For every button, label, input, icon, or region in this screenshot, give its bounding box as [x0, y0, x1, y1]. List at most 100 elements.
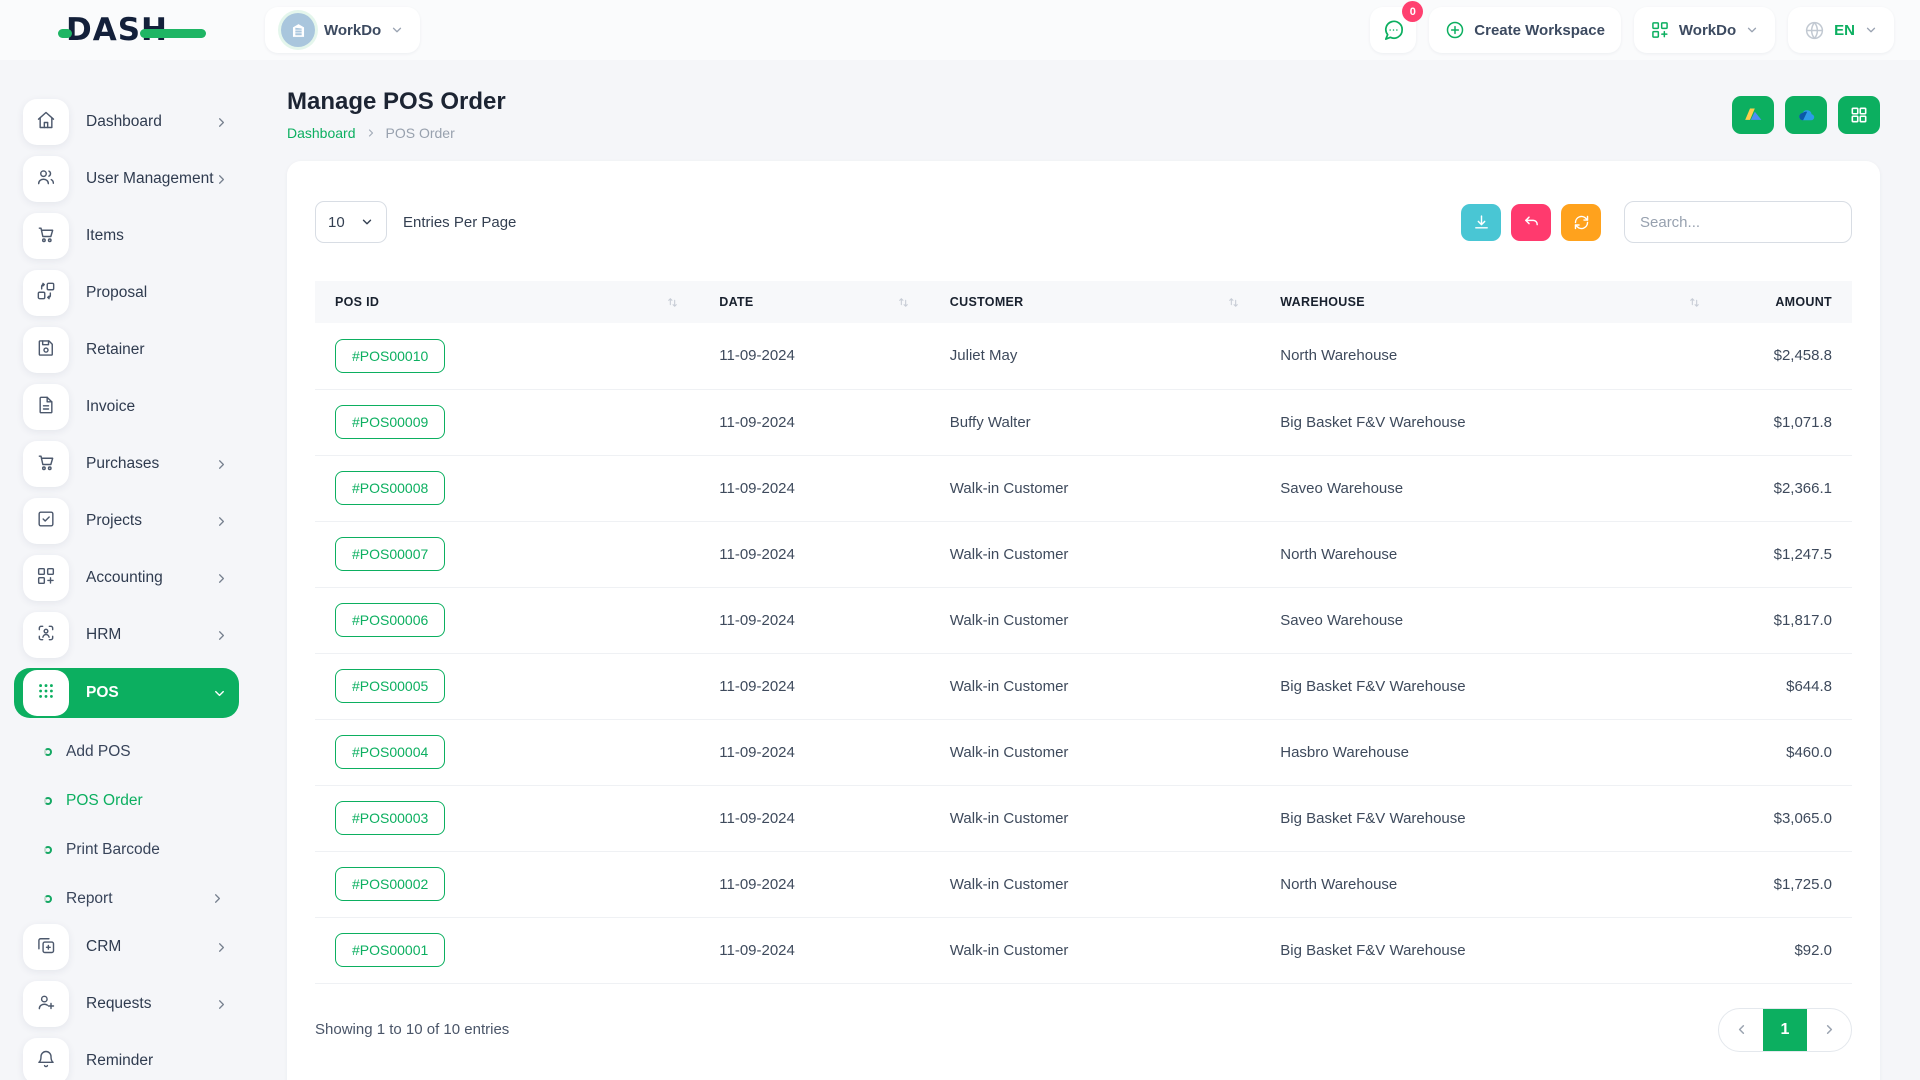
sidebar-item-projects[interactable]: Projects: [14, 497, 241, 545]
sidebar-item-retainer[interactable]: Retainer: [14, 326, 241, 374]
undo-arrow-icon: [1523, 214, 1540, 231]
amount-cell: $2,366.1: [1721, 455, 1852, 521]
chevron-right-icon: [214, 457, 229, 472]
sidebar-item-crm[interactable]: CRM: [14, 923, 241, 971]
column-header-warehouse[interactable]: WAREHOUSE: [1260, 281, 1721, 323]
sidebar-subitem-report[interactable]: Report: [0, 874, 225, 923]
sidebar-item-label: POS: [86, 684, 119, 702]
sidebar-icon-box: [23, 99, 69, 145]
sidebar-subitem-add-pos[interactable]: Add POS: [0, 727, 225, 776]
sidebar-icon-box: [23, 441, 69, 487]
google-drive-icon: [1743, 105, 1764, 126]
google-drive-button[interactable]: [1732, 96, 1774, 134]
sidebar-item-user-management[interactable]: User Management: [14, 155, 241, 203]
column-label: CUSTOMER: [950, 295, 1024, 309]
sidebar-item-dashboard[interactable]: Dashboard: [14, 98, 241, 146]
warehouse-cell: Saveo Warehouse: [1260, 455, 1721, 521]
warehouse-cell: Big Basket F&V Warehouse: [1260, 917, 1721, 983]
pos-id-badge[interactable]: #POS00005: [335, 669, 445, 703]
sidebar-item-hrm[interactable]: HRM: [14, 611, 241, 659]
export-download-button[interactable]: [1461, 204, 1501, 241]
grid-icon: [1849, 105, 1869, 125]
undo-button[interactable]: [1511, 204, 1551, 241]
amount-cell: $644.8: [1721, 653, 1852, 719]
date-cell: 11-09-2024: [699, 389, 930, 455]
sidebar-item-reminder[interactable]: Reminder: [14, 1037, 241, 1080]
chevron-right-icon: [1822, 1022, 1837, 1037]
refresh-button[interactable]: [1561, 204, 1601, 241]
amount-cell: $1,817.0: [1721, 587, 1852, 653]
pagination-page-1[interactable]: 1: [1763, 1009, 1807, 1051]
sidebar-item-pos[interactable]: POS: [14, 668, 239, 718]
warehouse-cell: Big Basket F&V Warehouse: [1260, 785, 1721, 851]
create-workspace-button[interactable]: Create Workspace: [1429, 7, 1621, 53]
sidebar-subitem-pos-order[interactable]: POS Order: [0, 776, 225, 825]
column-header-customer[interactable]: CUSTOMER: [930, 281, 1260, 323]
sidebar-item-label: Dashboard: [86, 113, 162, 131]
app-logo[interactable]: DASH: [66, 12, 168, 48]
language-dropdown[interactable]: EN: [1788, 7, 1894, 53]
pos-id-cell: #POS00002: [315, 851, 699, 917]
sidebar-item-requests[interactable]: Requests: [14, 980, 241, 1028]
workspace-name: WorkDo: [324, 22, 381, 39]
person-scan-icon: [36, 623, 56, 648]
refresh-icon: [1573, 214, 1590, 231]
messages-button[interactable]: 0: [1370, 7, 1416, 53]
pagination-prev-button[interactable]: [1719, 1009, 1763, 1051]
home-icon: [36, 110, 56, 135]
customer-cell: Walk-in Customer: [930, 587, 1260, 653]
workdo-dropdown[interactable]: WorkDo: [1634, 7, 1775, 53]
date-cell: 11-09-2024: [699, 587, 930, 653]
workspace-selector[interactable]: WorkDo: [265, 7, 420, 53]
column-header-date[interactable]: DATE: [699, 281, 930, 323]
chevron-right-icon: [214, 172, 229, 187]
sidebar-item-purchases[interactable]: Purchases: [14, 440, 241, 488]
copy-icon: [36, 935, 56, 960]
sidebar-subitem-label: Print Barcode: [66, 841, 160, 859]
chevron-down-icon: [212, 686, 227, 701]
sidebar: Dashboard User Management Items Proposal Ret…: [0, 60, 265, 1080]
sidebar-item-invoice[interactable]: Invoice: [14, 383, 241, 431]
sidebar-item-label: CRM: [86, 938, 121, 956]
grid-view-button[interactable]: [1838, 96, 1880, 134]
sidebar-icon-box: [23, 924, 69, 970]
warehouse-cell: North Warehouse: [1260, 521, 1721, 587]
table-row: #POS0000811-09-2024Walk-in CustomerSaveo…: [315, 455, 1852, 521]
customer-cell: Walk-in Customer: [930, 653, 1260, 719]
entries-per-page-select[interactable]: 10: [315, 201, 387, 243]
sidebar-item-label: Reminder: [86, 1052, 153, 1070]
sidebar-item-proposal[interactable]: Proposal: [14, 269, 241, 317]
pos-id-badge[interactable]: #POS00008: [335, 471, 445, 505]
breadcrumb-current: POS Order: [386, 125, 455, 141]
column-header-pos-id[interactable]: POS ID: [315, 281, 699, 323]
sidebar-subitem-print-barcode[interactable]: Print Barcode: [0, 825, 225, 874]
search-input[interactable]: [1624, 201, 1852, 243]
sidebar-item-items[interactable]: Items: [14, 212, 241, 260]
globe-icon: [1804, 20, 1825, 41]
language-label: EN: [1834, 22, 1855, 39]
onedrive-button[interactable]: [1785, 96, 1827, 134]
sort-arrows-icon: [1227, 296, 1240, 309]
sidebar-item-accounting[interactable]: Accounting: [14, 554, 241, 602]
chevron-right-icon: [210, 891, 225, 906]
pos-id-badge[interactable]: #POS00010: [335, 339, 445, 373]
pos-id-badge[interactable]: #POS00003: [335, 801, 445, 835]
cart-icon: [36, 452, 56, 477]
square-check-icon: [36, 509, 56, 534]
table-row: #POS0000311-09-2024Walk-in CustomerBig B…: [315, 785, 1852, 851]
sidebar-icon-box: [23, 1038, 69, 1080]
pos-id-badge[interactable]: #POS00007: [335, 537, 445, 571]
pos-id-badge[interactable]: #POS00001: [335, 933, 445, 967]
amount-cell: $1,725.0: [1721, 851, 1852, 917]
main-content: Manage POS Order Dashboard POS Order: [265, 60, 1920, 1080]
pagination-next-button[interactable]: [1807, 1009, 1851, 1051]
pos-id-badge[interactable]: #POS00004: [335, 735, 445, 769]
pos-id-badge[interactable]: #POS00006: [335, 603, 445, 637]
topbar: DASH WorkDo 0 Create Workspace WorkDo: [0, 0, 1920, 60]
table-row: #POS0000411-09-2024Walk-in CustomerHasbr…: [315, 719, 1852, 785]
pos-id-badge[interactable]: #POS00009: [335, 405, 445, 439]
pos-id-badge[interactable]: #POS00002: [335, 867, 445, 901]
user-plus-icon: [36, 992, 56, 1017]
breadcrumb-dashboard-link[interactable]: Dashboard: [287, 125, 356, 141]
file-text-icon: [36, 395, 56, 420]
